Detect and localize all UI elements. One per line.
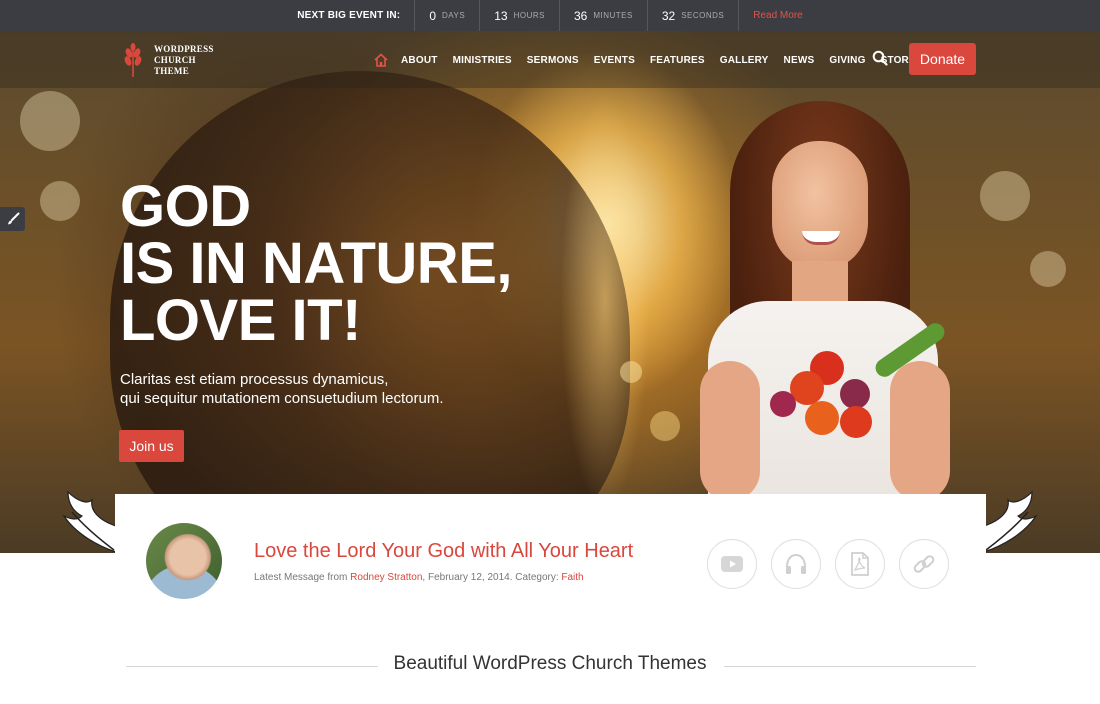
leaf-ornament-icon bbox=[983, 490, 1038, 553]
sermon-meta: Latest Message from Rodney Stratton, Feb… bbox=[254, 572, 584, 583]
countdown-unit: DAYS bbox=[442, 11, 466, 20]
countdown-value: 36 bbox=[573, 8, 588, 23]
nav-item-giving[interactable]: GIVING bbox=[829, 55, 865, 66]
sermon-pdf-button[interactable] bbox=[835, 539, 885, 589]
countdown-unit: MINUTES bbox=[593, 11, 633, 20]
countdown-value: 0 bbox=[429, 8, 437, 23]
countdown-seconds: 32 SECONDS bbox=[646, 0, 740, 31]
home-icon[interactable] bbox=[374, 53, 388, 67]
countdown-label: NEXT BIG EVENT IN: bbox=[297, 10, 401, 21]
youtube-icon bbox=[721, 556, 743, 572]
search-icon[interactable] bbox=[872, 50, 888, 66]
hero-woman-photo bbox=[700, 101, 960, 553]
site-logo[interactable]: WORDPRESS CHURCH THEME bbox=[120, 43, 214, 77]
sermon-video-button[interactable] bbox=[707, 539, 757, 589]
pdf-icon bbox=[851, 552, 869, 576]
headphones-icon bbox=[786, 553, 806, 574]
countdown-unit: SECONDS bbox=[681, 11, 725, 20]
hero-photo-glow bbox=[560, 91, 650, 511]
hero-title: GOD IS IN NATURE, LOVE IT! bbox=[120, 174, 513, 353]
bokeh bbox=[40, 181, 80, 221]
countdown-days: 0 DAYS bbox=[414, 0, 479, 31]
nav-item-news[interactable]: NEWS bbox=[784, 55, 815, 66]
nav-menu: ABOUT MINISTRIES SERMONS EVENTS FEATURES… bbox=[374, 53, 931, 67]
paintbrush-icon bbox=[7, 212, 19, 225]
nav-item-events[interactable]: EVENTS bbox=[594, 55, 635, 66]
nav-item-ministries[interactable]: MINISTRIES bbox=[453, 55, 512, 66]
countdown-unit: HOURS bbox=[513, 11, 545, 20]
sermon-author-link[interactable]: Rodney Stratton bbox=[350, 572, 422, 583]
wheat-logo-icon bbox=[124, 43, 142, 77]
nav-item-about[interactable]: ABOUT bbox=[401, 55, 438, 66]
sermon-category-link[interactable]: Faith bbox=[561, 572, 583, 583]
bokeh bbox=[620, 361, 642, 383]
section-title: Beautiful WordPress Church Themes bbox=[393, 653, 707, 674]
countdown-value: 32 bbox=[661, 8, 676, 23]
nav-item-features[interactable]: FEATURES bbox=[650, 55, 705, 66]
leaf-ornament-icon bbox=[62, 490, 117, 553]
read-more-link[interactable]: Read More bbox=[753, 10, 802, 21]
join-us-button[interactable]: Join us bbox=[119, 430, 184, 462]
sermon-title[interactable]: Love the Lord Your God with All Your Hea… bbox=[254, 540, 633, 563]
bokeh bbox=[1030, 251, 1066, 287]
logo-text: WORDPRESS CHURCH THEME bbox=[154, 43, 214, 76]
sermon-audio-button[interactable] bbox=[771, 539, 821, 589]
hero-subtitle: Claritas est etiam processus dynamicus, … bbox=[120, 371, 444, 407]
bokeh bbox=[20, 91, 80, 151]
bokeh bbox=[980, 171, 1030, 221]
nav-item-gallery[interactable]: GALLERY bbox=[720, 55, 769, 66]
link-icon bbox=[913, 555, 935, 573]
nav-item-sermons[interactable]: SERMONS bbox=[527, 55, 579, 66]
style-switcher-button[interactable] bbox=[0, 207, 25, 231]
countdown-bar: NEXT BIG EVENT IN: 0 DAYS 13 HOURS 36 MI… bbox=[0, 0, 1100, 31]
countdown-hours: 13 HOURS bbox=[479, 0, 559, 31]
countdown-minutes: 36 MINUTES bbox=[558, 0, 647, 31]
avatar bbox=[146, 523, 222, 599]
sermon-link-button[interactable] bbox=[899, 539, 949, 589]
countdown-value: 13 bbox=[494, 8, 508, 23]
donate-button[interactable]: Donate bbox=[909, 43, 976, 75]
bokeh bbox=[650, 411, 680, 441]
